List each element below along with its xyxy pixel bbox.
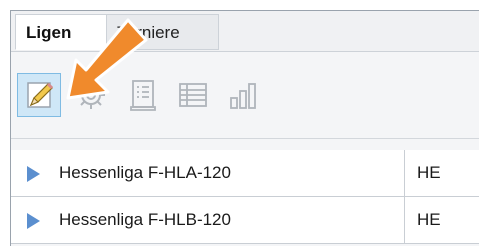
checklist-document-icon	[130, 80, 156, 111]
tab-ligen[interactable]: Ligen	[15, 14, 107, 50]
toolbar	[11, 52, 479, 139]
expand-triangle-icon[interactable]	[27, 213, 40, 229]
statistics-button[interactable]	[221, 73, 265, 117]
app-frame: Ligen Turniere Hessenliga F-HLA-120 HE H…	[10, 10, 479, 246]
league-name: Hessenliga F-HLA-120	[59, 163, 231, 182]
bar-chart-icon	[230, 83, 256, 109]
league-region: HE	[404, 150, 441, 196]
gear-icon	[77, 81, 105, 109]
league-region: HE	[404, 197, 441, 243]
tab-turniere[interactable]: Turniere	[107, 14, 219, 50]
edit-button[interactable]	[17, 73, 61, 117]
tab-bar: Ligen Turniere	[11, 11, 479, 52]
league-table: Hessenliga F-HLA-120 HE Hessenliga F-HLB…	[11, 150, 479, 244]
table-view-button[interactable]	[171, 73, 215, 117]
settings-button[interactable]	[69, 73, 113, 117]
expand-triangle-icon[interactable]	[27, 166, 40, 182]
league-name: Hessenliga F-HLB-120	[59, 210, 231, 229]
checklist-button[interactable]	[121, 73, 165, 117]
table-list-icon	[179, 83, 207, 107]
table-row[interactable]: Hessenliga F-HLA-120 HE	[11, 150, 479, 197]
pencil-edit-icon	[27, 82, 54, 108]
table-row[interactable]: Hessenliga F-HLB-120 HE	[11, 197, 479, 244]
